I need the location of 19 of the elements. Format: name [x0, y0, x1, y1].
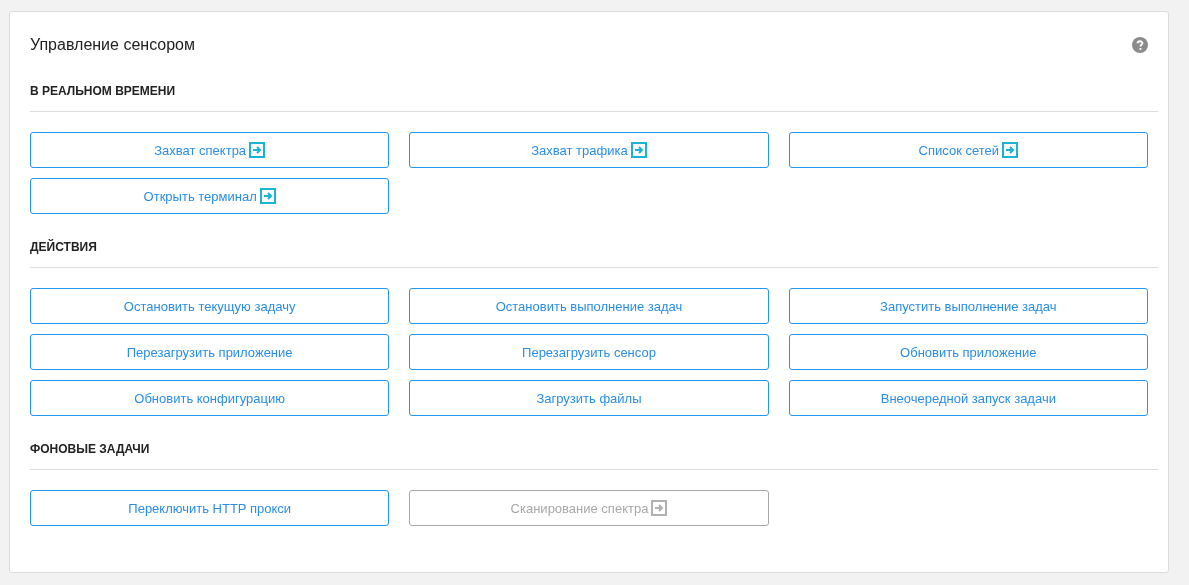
action-button[interactable]: Перезагрузить приложение — [30, 334, 390, 370]
action-button[interactable]: Перезагрузить сенсор — [409, 334, 769, 370]
action-button[interactable]: Обновить конфигурацию — [30, 380, 390, 416]
action-button[interactable]: Запустить выполнение задач — [788, 288, 1148, 324]
action-button[interactable]: Обновить приложение — [788, 334, 1148, 370]
action-button[interactable]: Остановить выполнение задач — [409, 288, 769, 324]
section-heading: ДЕЙСТВИЯ — [30, 239, 98, 255]
action-button[interactable]: Переключить HTTP прокси — [30, 490, 390, 526]
section-heading: В РЕАЛЬНОМ ВРЕМЕНИ — [30, 83, 177, 99]
action-button[interactable]: Загрузить файлы — [409, 380, 769, 416]
help-icon[interactable] — [1132, 37, 1148, 53]
action-button[interactable]: Остановить текущую задачу — [30, 288, 390, 324]
section-heading: ФОНОВЫЕ ЗАДАЧИ — [30, 441, 151, 457]
action-button[interactable]: Внеочередной запуск задачи — [788, 380, 1148, 416]
action-button[interactable]: Список сетей — [788, 132, 1148, 168]
panel-title: Управление сенсором — [30, 36, 195, 54]
action-button[interactable]: Открыть терминал — [30, 178, 390, 214]
action-button[interactable]: Захват спектра — [30, 132, 390, 168]
action-button[interactable]: Захват трафика — [409, 132, 769, 168]
